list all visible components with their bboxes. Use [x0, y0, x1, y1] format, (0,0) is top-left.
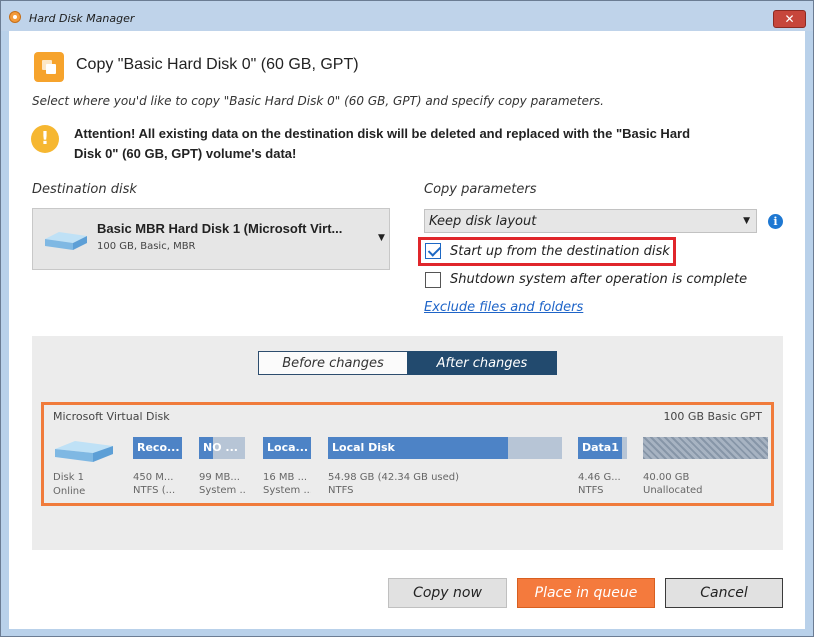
disk-info: Disk 1 Online: [53, 471, 85, 499]
chevron-down-icon: ▼: [378, 233, 385, 243]
partition-filesystem: NTFS: [578, 485, 604, 496]
warning-line-2: Disk 0" (60 GB, GPT) volume's data!: [74, 146, 297, 161]
dialog-body: Copy "Basic Hard Disk 0" (60 GB, GPT) Se…: [9, 31, 805, 629]
exclude-files-link[interactable]: Exclude files and folders: [424, 300, 583, 315]
window-title: Hard Disk Manager: [29, 12, 135, 25]
chevron-down-icon: ▼: [743, 216, 750, 226]
disk-number: Disk 1: [53, 472, 85, 483]
shutdown-checkbox-label[interactable]: Shutdown system after operation is compl…: [450, 272, 747, 287]
partition-bar: Reco...: [133, 437, 182, 459]
destination-disk-dropdown[interactable]: Basic MBR Hard Disk 1 (Microsoft Virt...…: [32, 208, 390, 270]
partition-size: 40.00 GB: [643, 472, 690, 483]
copy-parameters-label: Copy parameters: [424, 182, 537, 197]
disk-layout-dropdown[interactable]: Keep disk layout ▼: [424, 209, 757, 233]
partition-size: 54.98 GB (42.34 GB used): [328, 472, 460, 483]
shutdown-checkbox[interactable]: [425, 272, 441, 288]
partition-size: 99 MB...: [199, 472, 240, 483]
partition-name: NO ...: [203, 441, 238, 454]
place-in-queue-button[interactable]: Place in queue: [517, 578, 655, 608]
partition-bar: Data1: [578, 437, 627, 459]
partition-filesystem: System ...: [199, 485, 245, 496]
startup-checkbox-label[interactable]: Start up from the destination disk: [450, 244, 670, 259]
partition-filesystem: Unallocated: [643, 485, 703, 496]
partition-size: 450 M...: [133, 472, 174, 483]
destination-disk-label: Destination disk: [32, 182, 137, 197]
destination-disk-detail: 100 GB, Basic, MBR: [97, 241, 196, 252]
partition-filesystem: System ...: [263, 485, 311, 496]
tab-after-changes[interactable]: After changes: [407, 351, 557, 375]
warning-line-1: Attention! All existing data on the dest…: [74, 126, 691, 141]
cancel-button[interactable]: Cancel: [665, 578, 783, 608]
warning-message: Attention! All existing data on the dest…: [74, 124, 774, 164]
disk-map-panel: Before changes After changes Microsoft V…: [32, 336, 783, 550]
disk-model: Microsoft Virtual Disk: [53, 410, 170, 423]
partition-bar: [643, 437, 768, 459]
partition-block[interactable]: Reco... 450 M... NTFS (...: [133, 437, 182, 496]
partition-size: 16 MB ...: [263, 472, 308, 483]
destination-disk-name: Basic MBR Hard Disk 1 (Microsoft Virt...: [97, 221, 343, 236]
partition-bar: Local Disk: [328, 437, 562, 459]
copy-disk-icon: [34, 52, 64, 82]
disk-map[interactable]: Microsoft Virtual Disk 100 GB Basic GPT …: [41, 402, 774, 506]
partition-name: Reco...: [137, 441, 180, 454]
partition-bar: Loca...: [263, 437, 311, 459]
close-button[interactable]: ✕: [773, 10, 806, 28]
warning-icon: !: [31, 125, 59, 153]
partition-block[interactable]: NO ... 99 MB... System ...: [199, 437, 245, 496]
disk-layout-value: Keep disk layout: [429, 214, 537, 229]
partition-block[interactable]: 40.00 GB Unallocated: [643, 437, 768, 496]
partition-block[interactable]: Data1 4.46 G... NTFS: [578, 437, 627, 496]
copy-now-button[interactable]: Copy now: [388, 578, 507, 608]
app-window: Hard Disk Manager ✕ Copy "Basic Hard Dis…: [0, 0, 814, 637]
hard-disk-icon: [55, 441, 113, 462]
app-logo-icon: [9, 11, 21, 23]
partition-filesystem: NTFS: [328, 485, 354, 496]
disk-status: Online: [53, 486, 86, 497]
partition-name: Local Disk: [332, 441, 395, 454]
partition-name: Loca...: [267, 441, 309, 454]
partition-size: 4.46 G...: [578, 472, 621, 483]
partition-block[interactable]: Loca... 16 MB ... System ...: [263, 437, 311, 496]
startup-checkbox[interactable]: [425, 243, 441, 259]
partition-filesystem: NTFS (...: [133, 485, 176, 496]
disk-summary: 100 GB Basic GPT: [663, 410, 762, 423]
hard-disk-icon: [45, 232, 87, 250]
partition-name: Data1: [582, 441, 619, 454]
dialog-title: Copy "Basic Hard Disk 0" (60 GB, GPT): [76, 56, 359, 73]
dialog-subtitle: Select where you'd like to copy "Basic H…: [32, 94, 604, 108]
tab-before-changes[interactable]: Before changes: [258, 351, 408, 375]
title-bar[interactable]: Hard Disk Manager ✕: [1, 1, 813, 31]
partition-block[interactable]: Local Disk 54.98 GB (42.34 GB used) NTFS: [328, 437, 562, 496]
info-icon[interactable]: i: [768, 214, 783, 229]
partition-bar: NO ...: [199, 437, 245, 459]
